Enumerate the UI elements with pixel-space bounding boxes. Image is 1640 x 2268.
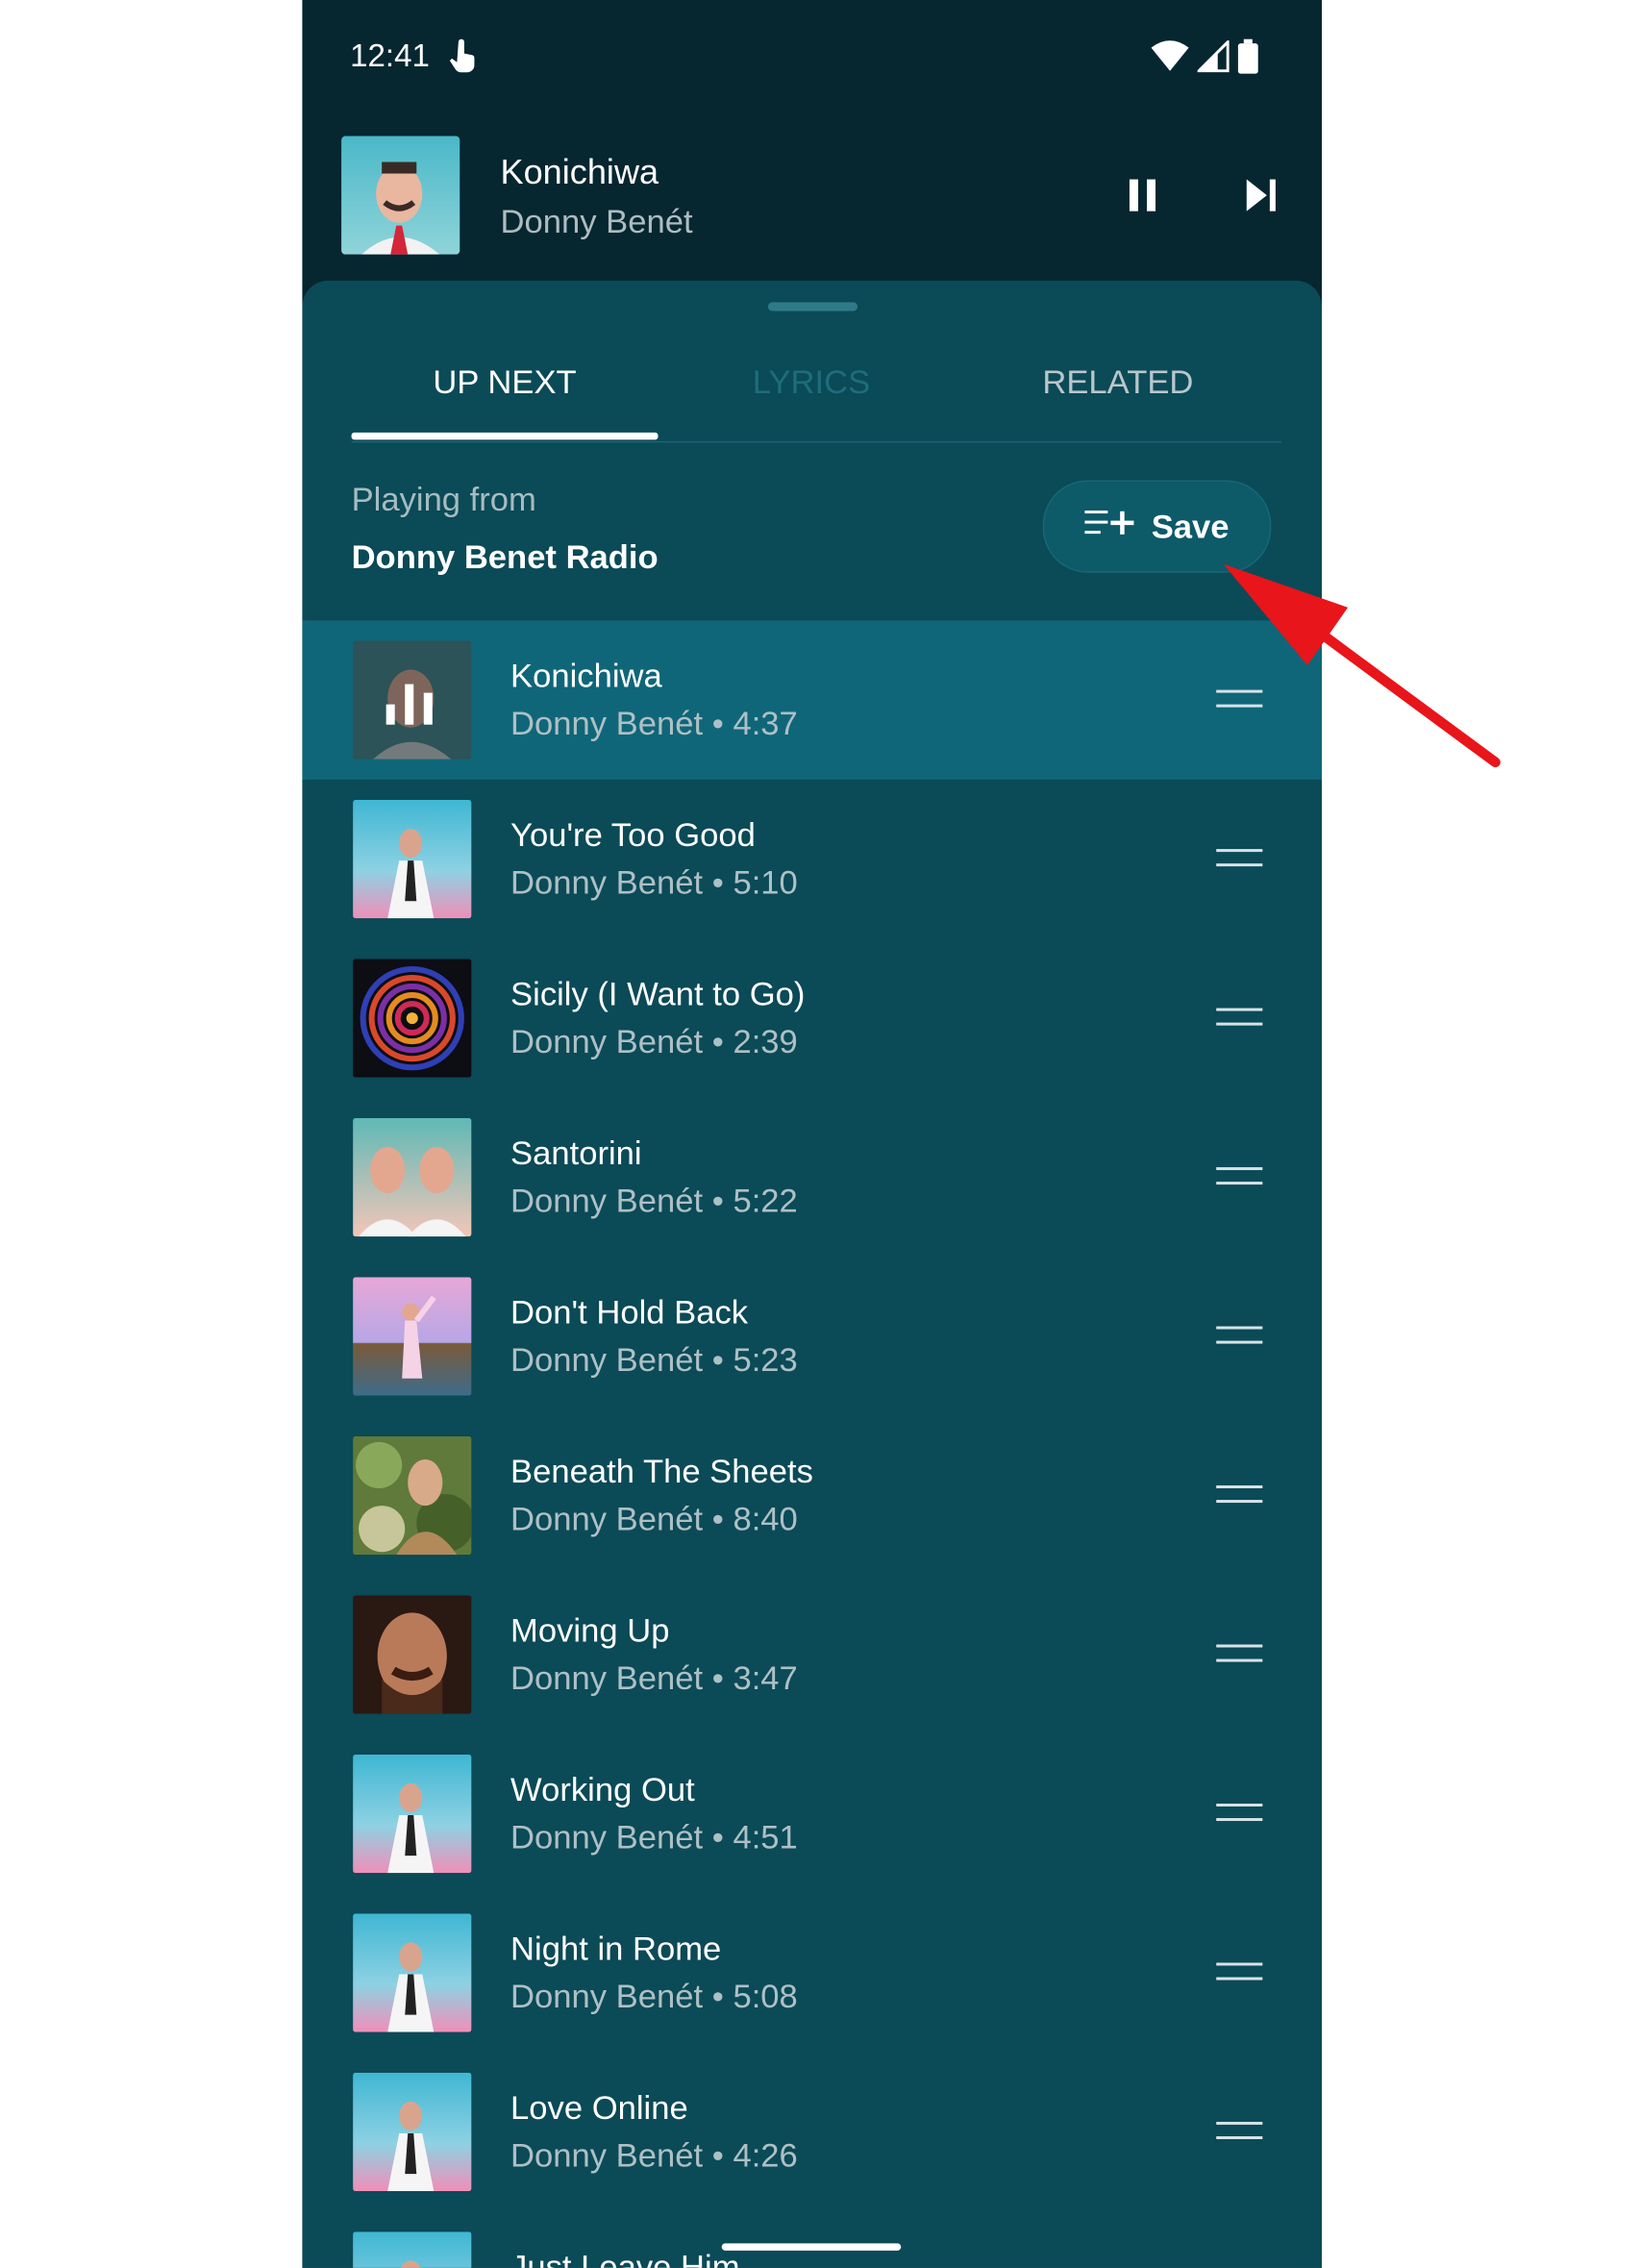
track-title: Sicily (I Want to Go)	[510, 974, 806, 1013]
pause-icon	[1129, 179, 1156, 212]
drag-handle-icon[interactable]	[1216, 1167, 1265, 1187]
album-art-thumbnail	[341, 136, 460, 255]
tab-indicator	[351, 432, 658, 440]
track-subtitle: Donny Benét • 5:23	[510, 1340, 798, 1379]
save-queue-button[interactable]: Save	[1042, 480, 1272, 573]
phone-screen: 12:41 Konichiwa Donny Benét UP NEXT LYRI…	[302, 0, 1323, 2268]
album-art	[353, 640, 472, 760]
track-subtitle: Donny Benét • 5:22	[510, 1182, 798, 1220]
queue-row[interactable]: Moving Up Donny Benét • 3:47	[302, 1575, 1322, 1733]
track-title: Love Online	[510, 2088, 688, 2127]
track-subtitle: Donny Benét • 5:10	[510, 863, 798, 902]
queue-row[interactable]: Love Online Donny Benét • 4:26	[302, 2053, 1322, 2211]
save-button-label: Save	[1151, 507, 1230, 545]
queue-row[interactable]: Sicily (I Want to Go) Donny Benét • 2:39	[302, 938, 1322, 1097]
now-playing-artist: Donny Benét	[500, 202, 693, 240]
drag-handle-icon[interactable]	[1216, 1644, 1265, 1665]
track-subtitle: Donny Benét • 4:37	[510, 704, 798, 742]
queue-row-playing[interactable]: Konichiwa Donny Benét • 4:37	[302, 620, 1323, 780]
tab-lyrics[interactable]: LYRICS	[658, 333, 965, 441]
drag-handle-icon[interactable]	[1216, 689, 1265, 710]
equalizer-icon	[385, 684, 438, 725]
track-subtitle: Donny Benét • 8:40	[510, 1500, 798, 1538]
album-art	[353, 1595, 472, 1714]
gesture-nav-bar[interactable]	[721, 2243, 902, 2251]
drag-handle-icon[interactable]	[1216, 1803, 1265, 1824]
tab-bar: UP NEXT LYRICS RELATED	[351, 333, 1281, 443]
track-subtitle: Donny Benét • 2:39	[510, 1022, 798, 1060]
album-art	[353, 1913, 472, 2032]
track-subtitle: Donny Benét • 5:08	[510, 1977, 798, 2015]
playing-from-source: Donny Benet Radio	[351, 537, 658, 576]
album-art	[353, 1754, 472, 1874]
queue-row[interactable]: Working Out Donny Benét • 4:51	[302, 1734, 1322, 1893]
track-title: Santorini	[510, 1134, 642, 1172]
album-art	[353, 1277, 472, 1396]
tab-up-next[interactable]: UP NEXT	[352, 333, 658, 441]
album-art	[353, 2072, 472, 2192]
track-title: Just Leave Him	[510, 2247, 740, 2268]
queue-sheet: UP NEXT LYRICS RELATED Playing from Donn…	[302, 280, 1323, 2268]
playing-from-label: Playing from	[351, 480, 536, 518]
queue-row[interactable]: Santorini Donny Benét • 5:22	[302, 1098, 1322, 1257]
album-art	[353, 1435, 472, 1556]
track-title: Moving Up	[510, 1610, 670, 1650]
status-icons	[1151, 37, 1258, 82]
track-title: Don't Hold Back	[510, 1292, 749, 1332]
status-bar: 12:41	[302, 0, 1322, 112]
album-art	[353, 2231, 472, 2268]
drag-handle-icon[interactable]	[1216, 1485, 1265, 1506]
track-subtitle: Donny Benét • 4:51	[510, 1818, 798, 1857]
drag-handle-icon[interactable]	[1216, 1326, 1265, 1347]
sheet-drag-handle[interactable]	[767, 302, 858, 312]
wifi-icon	[1151, 40, 1189, 80]
battery-icon	[1237, 38, 1258, 82]
drag-handle-icon[interactable]	[1216, 1962, 1265, 1982]
status-time: 12:41	[350, 37, 430, 74]
pause-button[interactable]	[1121, 174, 1164, 217]
skip-next-icon	[1246, 179, 1276, 212]
track-title: Konichiwa	[510, 656, 662, 695]
tab-related[interactable]: RELATED	[964, 333, 1271, 441]
track-title: Night in Rome	[510, 1929, 722, 1967]
touch-icon	[447, 38, 479, 82]
queue-row[interactable]: Just Leave Him	[302, 2211, 1322, 2268]
track-subtitle: Donny Benét • 3:47	[510, 1658, 798, 1697]
signal-icon	[1195, 37, 1230, 80]
drag-handle-icon[interactable]	[1216, 2121, 1265, 2142]
track-title: You're Too Good	[510, 815, 756, 854]
queue-row[interactable]: You're Too Good Donny Benét • 5:10	[302, 780, 1322, 938]
queue-row[interactable]: Don't Hold Back Donny Benét • 5:23	[302, 1257, 1322, 1415]
now-playing-title: Konichiwa	[500, 153, 659, 193]
track-title: Working Out	[510, 1770, 695, 1808]
album-art	[353, 799, 472, 919]
track-title: Beneath The Sheets	[510, 1452, 813, 1490]
drag-handle-icon[interactable]	[1216, 849, 1265, 869]
queue-row[interactable]: Beneath The Sheets Donny Benét • 8:40	[302, 1416, 1322, 1575]
track-subtitle: Donny Benét • 4:26	[510, 2135, 798, 2175]
album-art	[353, 1117, 472, 1237]
album-art	[353, 959, 472, 1078]
drag-handle-icon[interactable]	[1216, 1008, 1265, 1029]
queue-row[interactable]: Night in Rome Donny Benét • 5:08	[302, 1893, 1322, 2052]
mini-player[interactable]: Konichiwa Donny Benét	[302, 115, 1322, 274]
playlist-add-icon	[1084, 507, 1137, 546]
skip-next-button[interactable]	[1239, 174, 1282, 217]
